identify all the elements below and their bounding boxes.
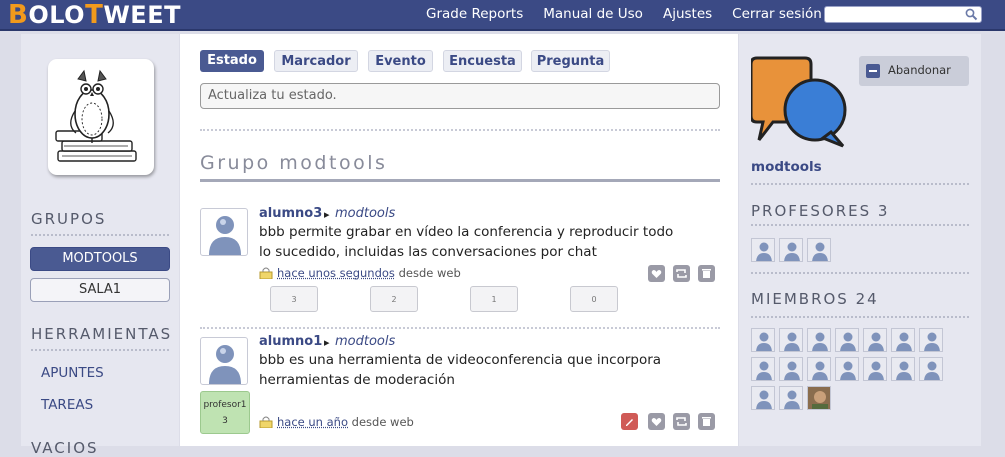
page-margin [0,34,21,446]
post-text: bbb permite grabar en vídeo la conferenc… [259,222,679,262]
edit-icon[interactable] [621,413,638,430]
group-name[interactable]: modtools [751,159,822,175]
bolotweet-logo[interactable]: BOLOTWEET [8,2,181,28]
default-user-icon [201,338,248,385]
leave-label: Abandonar [888,63,951,77]
member-avatar[interactable] [779,238,803,262]
left-sidebar: GRUPOS MODTOOLS SALA1 HERRAMIENTAS APUNT… [21,34,179,446]
member-avatar[interactable] [863,328,887,352]
tool-link-tareas[interactable]: TAREAS [41,397,93,413]
nav-ajustes[interactable]: Ajustes [653,0,722,31]
post-author-avatar[interactable] [200,208,248,256]
divider [751,224,969,226]
grader-badge[interactable]: profesor1 3 [200,391,250,434]
divider [31,349,169,351]
post-timestamp[interactable]: hace un año [277,415,348,429]
member-avatar[interactable] [807,328,831,352]
divider [31,234,169,236]
vote-button-3[interactable]: 3 [270,286,318,312]
vote-button-2[interactable]: 2 [370,286,418,312]
lock-icon [259,416,273,428]
member-avatar[interactable] [891,357,915,381]
divider [200,129,720,131]
group-title: Grupo modtools [200,152,387,174]
search-icon[interactable] [965,8,978,21]
right-sidebar: Abandonar modtools PROFESORES 3 MIEMBROS… [739,34,981,446]
member-avatar[interactable] [779,386,803,410]
post-group-link[interactable]: modtools [335,206,395,221]
member-avatar[interactable] [751,328,775,352]
teachers-heading: PROFESORES 3 [751,202,889,220]
status-input[interactable]: Actualiza tu estado. [200,83,720,109]
post-text: bbb es una herramienta de videoconferenc… [259,350,679,390]
member-avatar[interactable] [779,328,803,352]
top-bar: BOLOTWEET Grade Reports Manual de Uso Aj… [0,0,1005,31]
vote-button-0[interactable]: 0 [570,286,618,312]
member-avatar[interactable] [751,386,775,410]
post-timestamp[interactable]: hace unos segundos [277,266,395,280]
tab-encuesta[interactable]: Encuesta [443,50,522,72]
leave-group-button[interactable]: Abandonar [859,56,969,86]
grader-score: 3 [201,413,249,429]
repeat-icon[interactable] [673,413,690,430]
member-photo-avatar[interactable] [807,386,831,410]
divider [751,316,969,318]
tab-pregunta[interactable]: Pregunta [531,50,610,72]
main-feed: Estado Marcador Evento Encuesta Pregunta… [180,34,738,446]
tab-marcador[interactable]: Marcador [274,50,358,72]
vote-button-1[interactable]: 1 [470,286,518,312]
member-avatar[interactable] [891,328,915,352]
group-button-modtools[interactable]: MODTOOLS [30,247,170,271]
nav-grade-reports[interactable]: Grade Reports [416,0,533,31]
delete-icon[interactable] [698,413,715,430]
user-avatar[interactable] [48,59,154,175]
group-button-sala1[interactable]: SALA1 [30,278,170,302]
post-author[interactable]: alumno3 [259,206,322,221]
delete-icon[interactable] [698,265,715,282]
favorite-icon[interactable] [648,265,665,282]
divider [751,183,969,185]
owl-icon [48,59,154,175]
member-avatar[interactable] [751,238,775,262]
post-author-avatar[interactable] [200,337,248,385]
tool-link-apuntes[interactable]: APUNTES [41,365,104,381]
post-arrow: ▸ [324,208,330,221]
main-nav: Grade Reports Manual de Uso Ajustes Cerr… [416,0,832,31]
nav-cerrar-sesion[interactable]: Cerrar sesión [722,0,832,31]
favorite-icon[interactable] [648,413,665,430]
lock-icon [259,267,273,279]
groups-heading: GRUPOS [31,210,106,228]
post-meta: hace unos segundos desde web [259,266,461,280]
member-avatar[interactable] [751,357,775,381]
group-title-rule [200,179,720,182]
minus-icon [866,64,880,78]
search-input[interactable] [824,6,982,23]
member-avatar[interactable] [779,357,803,381]
default-user-icon [201,209,248,256]
tab-evento[interactable]: Evento [368,50,433,72]
grader-name: profesor1 [201,397,249,413]
member-avatar[interactable] [835,328,859,352]
member-avatar[interactable] [919,328,943,352]
divider [751,272,969,274]
more-heading: VACIOS [31,439,99,457]
tab-estado[interactable]: Estado [200,50,264,72]
post-author[interactable]: alumno1 [259,334,322,349]
post-source: desde web [352,415,414,429]
post-meta: hace un año desde web [259,415,414,429]
post-group-link[interactable]: modtools [335,334,395,349]
members-heading: MIEMBROS 24 [751,290,879,308]
member-avatar[interactable] [919,357,943,381]
member-avatar[interactable] [863,357,887,381]
member-avatar[interactable] [835,357,859,381]
divider [200,327,720,329]
tools-heading: HERRAMIENTAS [31,325,172,343]
post-source: desde web [399,266,461,280]
member-avatar[interactable] [807,357,831,381]
group-chat-icon[interactable] [751,54,847,148]
repeat-icon[interactable] [673,265,690,282]
nav-manual-de-uso[interactable]: Manual de Uso [533,0,653,31]
post-arrow: ▸ [324,336,330,349]
member-avatar[interactable] [807,238,831,262]
